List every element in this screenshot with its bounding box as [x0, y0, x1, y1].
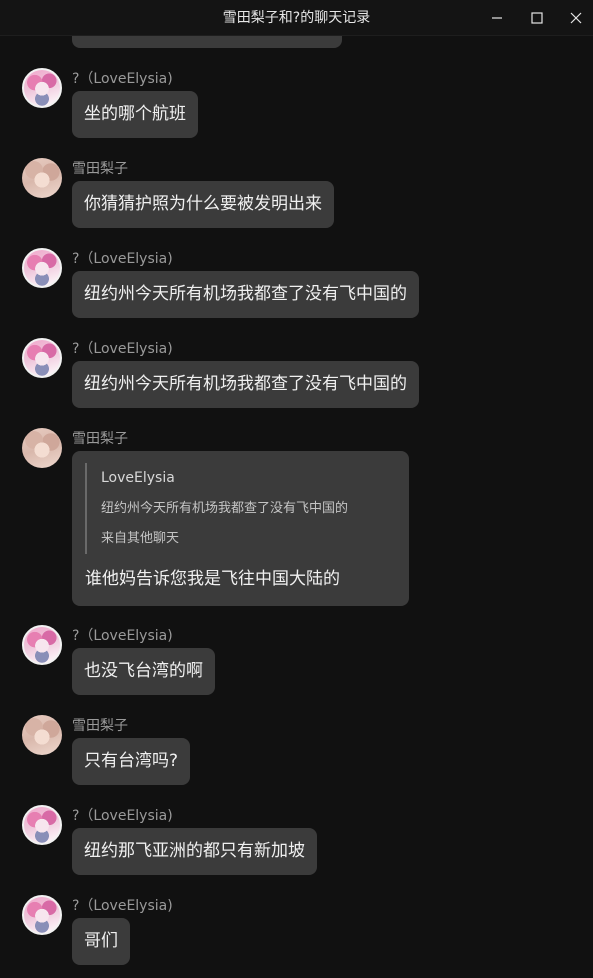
sender-name: ?（LoveElysia) [72, 898, 173, 914]
quote-author: LoveElysia [101, 470, 175, 486]
avatar[interactable] [22, 805, 62, 845]
quoted-message[interactable]: LoveElysia 纽约州今天所有机场我都查了没有飞中国的 来自其他聊天 [85, 463, 385, 554]
message-bubble: 也没飞台湾的啊 [72, 648, 215, 695]
quote-text: 纽约州今天所有机场我都查了没有飞中国的 [101, 501, 349, 516]
message-text: 谁他妈告诉您我是飞往中国大陆的 [85, 569, 340, 589]
maximize-button[interactable] [517, 0, 557, 36]
avatar[interactable] [22, 625, 62, 665]
message-bubble: 纽约那飞亚洲的都只有新加坡 [72, 828, 317, 875]
sender-name: ?（LoveElysia) [72, 808, 173, 824]
message-bubble-partial [72, 36, 342, 48]
message-bubble-with-quote: LoveElysia 纽约州今天所有机场我都查了没有飞中国的 来自其他聊天 谁他… [72, 451, 409, 606]
sender-name: ?（LoveElysia) [72, 628, 173, 644]
sender-name: 雪田梨子 [72, 431, 128, 447]
sender-name: 雪田梨子 [72, 718, 128, 734]
sender-name: ?（LoveElysia) [72, 71, 173, 87]
avatar[interactable] [22, 428, 62, 468]
avatar[interactable] [22, 338, 62, 378]
minimize-button[interactable] [477, 0, 517, 36]
sender-name: ?（LoveElysia) [72, 341, 173, 357]
message-bubble: 纽约州今天所有机场我都查了没有飞中国的 [72, 361, 419, 408]
chat-history-window: 雪田梨子和?的聊天记录 ?（LoveElysia) 坐的哪个航班 雪田梨子 你猜… [0, 0, 593, 978]
avatar[interactable] [22, 715, 62, 755]
maximize-icon [531, 12, 543, 24]
avatar[interactable] [22, 68, 62, 108]
message-bubble: 纽约州今天所有机场我都查了没有飞中国的 [72, 271, 419, 318]
message-bubble: 坐的哪个航班 [72, 91, 198, 138]
avatar[interactable] [22, 895, 62, 935]
quote-source: 来自其他聊天 [101, 531, 180, 546]
sender-name: 雪田梨子 [72, 161, 128, 177]
message-bubble: 只有台湾吗? [72, 738, 191, 785]
close-icon [570, 12, 582, 24]
avatar[interactable] [22, 248, 62, 288]
message-bubble: 你猜猜护照为什么要被发明出来 [72, 181, 334, 228]
close-button[interactable] [556, 0, 593, 36]
message-bubble: 哥们 [72, 918, 130, 965]
avatar[interactable] [22, 158, 62, 198]
minimize-icon [492, 17, 502, 19]
message-list[interactable]: ?（LoveElysia) 坐的哪个航班 雪田梨子 你猜猜护照为什么要被发明出来… [0, 36, 593, 978]
title-bar: 雪田梨子和?的聊天记录 [0, 0, 593, 36]
sender-name: ?（LoveElysia) [72, 251, 173, 267]
